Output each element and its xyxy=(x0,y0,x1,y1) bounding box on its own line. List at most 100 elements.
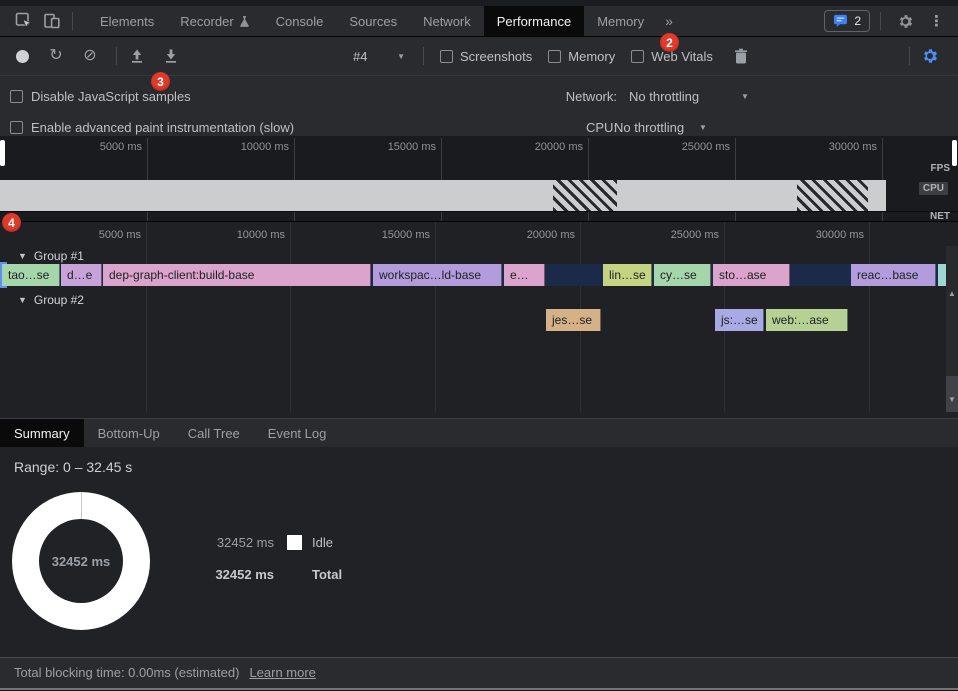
collapse-triangle-icon[interactable]: ▼ xyxy=(18,251,27,261)
tab-elements[interactable]: Elements xyxy=(87,6,167,36)
cpu-throttle-label: CPU: xyxy=(553,120,617,135)
range-label: Range: 0 – 32.45 s xyxy=(14,459,132,475)
legend-label: Idle xyxy=(312,535,333,550)
overview-left-handle[interactable] xyxy=(0,140,5,166)
tab-recorder[interactable]: Recorder xyxy=(167,6,262,36)
issues-messages-button[interactable]: 2 xyxy=(824,10,870,32)
checkbox-screenshots[interactable]: Screenshots xyxy=(440,49,532,64)
legend-value: 32452 ms xyxy=(208,535,274,550)
tab-summary[interactable]: Summary xyxy=(0,419,84,447)
status-footer: Total blocking time: 0.00ms (estimated) … xyxy=(0,657,958,687)
flame-bar[interactable]: jes…se xyxy=(546,309,601,331)
device-toolbar-button[interactable] xyxy=(38,9,66,33)
divider xyxy=(909,47,910,65)
clear-recording-button[interactable]: ⊘ xyxy=(76,44,104,68)
cpu-throttle-select[interactable]: No throttling xyxy=(614,120,684,135)
checkbox-box[interactable] xyxy=(440,50,453,63)
total-blocking-time-text: Total blocking time: 0.00ms (estimated) xyxy=(14,665,239,680)
tab-bar-right: 2 ⋮ xyxy=(824,9,958,33)
ruler-tick-label: 30000 ms xyxy=(802,141,877,153)
flame-bar[interactable]: tao…se xyxy=(2,264,60,286)
network-throttle-select[interactable]: No throttling xyxy=(629,89,699,104)
load-profile-button[interactable] xyxy=(123,44,151,68)
tab-event-log[interactable]: Event Log xyxy=(254,419,341,447)
fps-lane-label: FPS xyxy=(931,163,950,174)
flame-bar[interactable]: dep-graph-client:build-base xyxy=(103,264,371,286)
tab-label: Recorder xyxy=(180,14,233,29)
ruler-tick-label: 15000 ms xyxy=(361,141,436,153)
panel-tabs: Elements Recorder Console Sources NetworkPer… xyxy=(87,6,657,36)
scroll-down-icon[interactable]: ▼ xyxy=(946,395,958,404)
details-tabs: SummaryBottom-UpCall TreeEvent Log xyxy=(0,418,958,447)
tab-label: Sources xyxy=(349,14,397,29)
history-select[interactable]: #4 ▼ xyxy=(353,49,405,64)
tab-call-tree[interactable]: Call Tree xyxy=(174,419,254,447)
ruler-tick-label: 30000 ms xyxy=(789,229,864,241)
record-button[interactable] xyxy=(8,44,36,68)
flame-bar[interactable]: d…e xyxy=(61,264,102,286)
trash-icon xyxy=(734,48,748,64)
flame-bar[interactable]: lin…se xyxy=(603,264,652,286)
overview-right-handle[interactable] xyxy=(952,140,957,166)
track-group-1-header[interactable]: ▼ Group #1 xyxy=(18,249,84,263)
flame-bar[interactable]: workspac…ld-base xyxy=(373,264,502,286)
ruler-tick-label: 20000 ms xyxy=(508,141,583,153)
annotation-badge-4: 4 xyxy=(2,213,21,232)
checkbox-memory[interactable]: Memory xyxy=(548,49,615,64)
tab-console[interactable]: Console xyxy=(263,6,337,36)
flame-bar[interactable]: reac…base xyxy=(851,264,936,286)
gear-blue-icon xyxy=(921,47,939,65)
ruler-tick-label: 10000 ms xyxy=(214,141,289,153)
legend-label: Total xyxy=(312,567,342,582)
flame-bar[interactable]: sto…ase xyxy=(713,264,790,286)
reload-and-record-button[interactable]: ↻ xyxy=(42,44,70,68)
ruler-tick-label: 5000 ms xyxy=(67,141,142,153)
checkbox-box[interactable] xyxy=(548,50,561,63)
capture-settings-pane: Disable JavaScript samples Enable advanc… xyxy=(0,76,958,136)
more-tabs-button[interactable]: » xyxy=(657,13,681,29)
chevron-down-icon[interactable]: ▼ xyxy=(741,92,749,101)
flame-bar[interactable]: web:…ase xyxy=(766,309,848,331)
checkbox-box[interactable] xyxy=(631,50,644,63)
collapse-triangle-icon[interactable]: ▼ xyxy=(18,295,27,305)
download-icon xyxy=(163,48,179,64)
network-throttle-label: Network: xyxy=(553,89,617,104)
ruler-tick-label: 25000 ms xyxy=(644,229,719,241)
flame-bar[interactable]: cy…se xyxy=(654,264,711,286)
annotation-badge-3: 3 xyxy=(151,72,170,91)
tab-sources[interactable]: Sources xyxy=(336,6,410,36)
devtools-window: Elements Recorder Console Sources NetworkPer… xyxy=(0,0,958,691)
tab-memory[interactable]: Memory xyxy=(584,6,657,36)
divider xyxy=(72,12,73,30)
window-bottom-strip xyxy=(0,687,958,691)
capture-settings-button[interactable] xyxy=(916,44,944,68)
checkbox-label: Memory xyxy=(568,49,615,64)
delete-recording-button[interactable] xyxy=(727,44,755,68)
flame-scrollbar[interactable]: ▲ ▼ xyxy=(946,246,958,412)
settings-button[interactable] xyxy=(891,9,919,33)
scroll-up-icon[interactable]: ▲ xyxy=(946,289,958,298)
checkbox-label: Web Vitals xyxy=(651,49,713,64)
timeline-overview[interactable]: 5000 ms10000 ms15000 ms20000 ms25000 ms3… xyxy=(0,136,958,222)
chevron-down-icon: ▼ xyxy=(397,52,405,61)
save-profile-button[interactable] xyxy=(157,44,185,68)
ruler-tick-label: 10000 ms xyxy=(210,229,285,241)
chevron-down-icon[interactable]: ▼ xyxy=(699,123,707,132)
group-1-track: tao…sed…edep-graph-client:build-basework… xyxy=(0,264,946,286)
divider xyxy=(116,47,117,65)
tab-bottom-up[interactable]: Bottom-Up xyxy=(84,419,174,447)
inspect-element-button[interactable] xyxy=(10,9,38,33)
learn-more-link[interactable]: Learn more xyxy=(249,665,315,680)
recorder-flask-icon xyxy=(239,15,250,28)
summary-view: Range: 0 – 32.45 s 32452 ms 32452 msIdle… xyxy=(0,447,958,657)
history-value: #4 xyxy=(353,49,367,64)
flame-bar[interactable]: js:…se xyxy=(715,309,764,331)
donut-legend: 32452 msIdle32452 msTotal xyxy=(208,533,342,584)
flame-chart[interactable]: 5000 ms10000 ms15000 ms20000 ms25000 ms3… xyxy=(0,222,958,412)
tab-network[interactable]: Network xyxy=(410,6,484,36)
track-group-2-header[interactable]: ▼ Group #2 xyxy=(18,293,84,307)
flame-bar[interactable]: e… xyxy=(504,264,545,286)
tab-performance[interactable]: Performance xyxy=(484,6,584,36)
group-2-label: Group #2 xyxy=(34,293,84,307)
customize-menu-button[interactable]: ⋮ xyxy=(923,12,950,30)
